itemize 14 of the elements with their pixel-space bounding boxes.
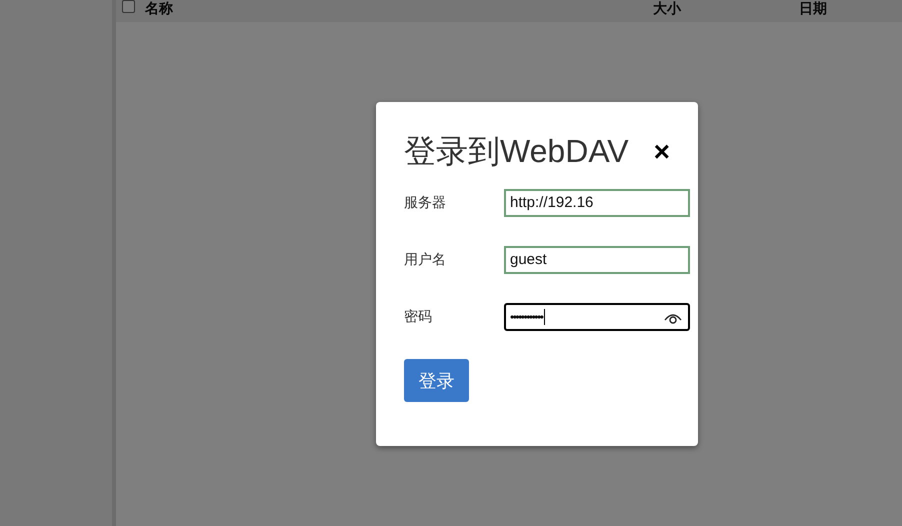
field-label: 密码 [404,308,433,326]
select-all-checkbox[interactable] [122,0,135,13]
column-header[interactable]: 日期 [799,0,827,16]
input-field[interactable]: guest [504,246,690,274]
close-button[interactable]: × [654,138,670,166]
dialog-title: 登录到WebDAV [404,132,629,171]
field-label: 服务器 [404,194,447,212]
login-button[interactable]: 登录 [404,359,469,402]
eye-icon[interactable] [664,312,682,324]
input-field[interactable]: http://192.16 [504,188,690,216]
password-field[interactable]: •••••••••••• [504,302,690,330]
column-header[interactable]: 名称 [145,0,605,16]
field-label: 用户名 [404,250,447,268]
column-header[interactable]: 大小 [653,0,799,16]
